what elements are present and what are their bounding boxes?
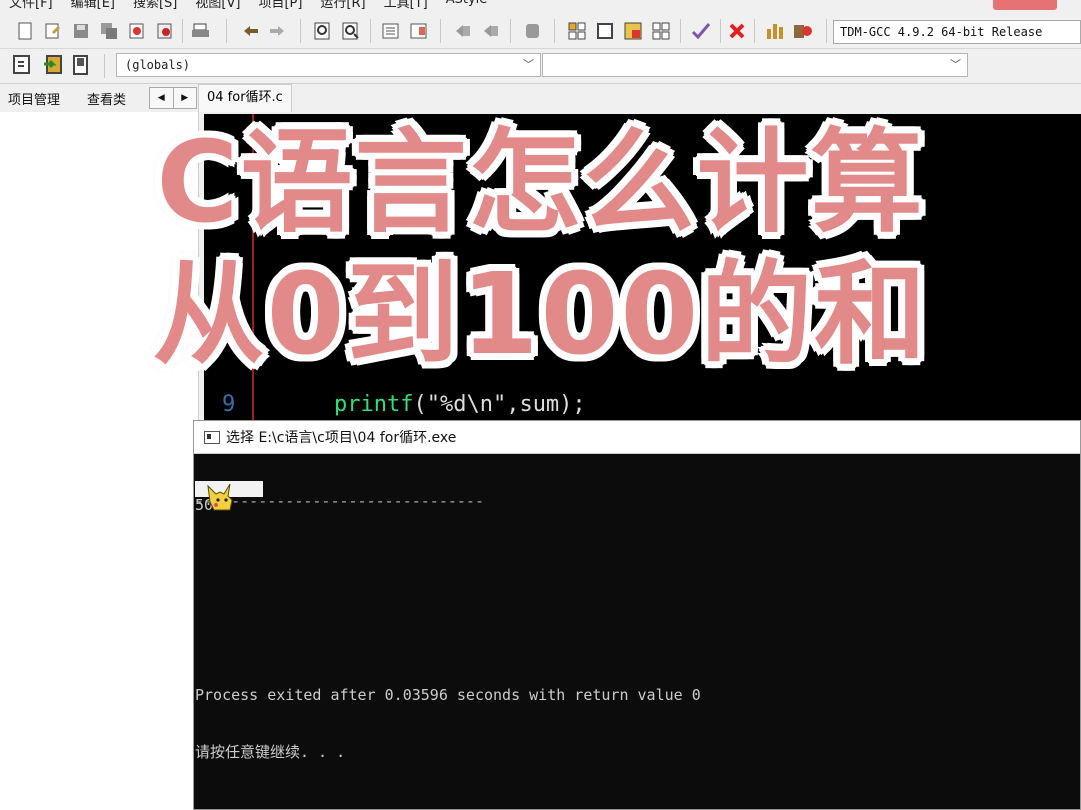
pikachu-cursor-icon <box>207 483 233 511</box>
chevron-left-icon[interactable]: ◀ <box>150 88 173 108</box>
console-title-text: 选择 E:\c语言\c项目\04 for循环.exe <box>226 430 457 446</box>
toolbar-separator <box>720 19 721 43</box>
printf-line: printf("%d\n",sum); <box>334 392 586 417</box>
compile-icon[interactable] <box>566 20 588 42</box>
rebuild-icon[interactable] <box>650 20 672 42</box>
editor-file-tab[interactable]: 04 for循环.c <box>198 84 292 112</box>
menu-project[interactable]: 项目[P] <box>249 0 311 11</box>
goto-forward-icon[interactable] <box>480 20 502 42</box>
menu-run[interactable]: 运行[R] <box>311 0 374 11</box>
check-syntax-icon[interactable] <box>690 20 712 42</box>
toolbar-separator <box>226 19 227 43</box>
toolbar-separator <box>554 19 555 43</box>
line-number: 9 <box>222 392 236 417</box>
chart-icon[interactable] <box>764 20 786 42</box>
console-prompt-line: 请按任意键继续. . . <box>195 743 346 761</box>
printf-keyword: printf <box>334 392 414 417</box>
menu-file[interactable]: 文件[F] <box>0 0 62 11</box>
chevron-down-icon: ﹀ <box>950 58 961 71</box>
compile-run-icon[interactable] <box>622 20 644 42</box>
tab-scroll-arrows: ◀ ▶ <box>149 87 197 109</box>
scope-combo-value: (globals) <box>125 58 191 72</box>
close-all-icon[interactable] <box>154 20 176 42</box>
close-file-icon[interactable] <box>126 20 148 42</box>
toolbar-separator <box>754 19 755 43</box>
console-process-line: Process exited after 0.03596 seconds wit… <box>195 686 701 704</box>
menu-edit[interactable]: 编辑[E] <box>62 0 124 11</box>
toolbar-separator <box>510 19 511 43</box>
insert-icon[interactable] <box>12 54 34 76</box>
overlay-title-line2: 从0到100的和 <box>152 250 929 380</box>
scope-combo[interactable]: (globals) ﹀ <box>116 53 541 77</box>
toolbar-separator <box>370 19 371 43</box>
replace-icon[interactable] <box>340 20 362 42</box>
print-icon[interactable] <box>190 20 212 42</box>
chevron-right-icon[interactable]: ▶ <box>172 88 197 108</box>
stop-execution-icon[interactable] <box>726 20 748 42</box>
unindent-icon[interactable] <box>408 20 430 42</box>
main-toolbar: TDM-GCC 4.9.2 64-bit Release <box>0 14 1081 49</box>
toolbar-separator <box>440 19 441 43</box>
toolbar-separator <box>826 19 827 43</box>
close-button[interactable] <box>993 0 1057 10</box>
goto-line-icon[interactable] <box>70 54 92 76</box>
console-window[interactable]: 选择 E:\c语言\c项目\04 for循环.exe 5050 --------… <box>193 420 1081 810</box>
open-file-icon[interactable] <box>42 20 64 42</box>
class-toolbar: (globals) ﹀ ﹀ <box>0 49 1081 84</box>
toolbar-separator <box>104 54 105 78</box>
tab-class-browser[interactable]: 查看类 <box>87 89 126 108</box>
toolbar-separator <box>300 19 301 43</box>
printf-args: ("%d\n",sum); <box>413 392 586 417</box>
goto-back-icon[interactable] <box>452 20 474 42</box>
console-app-icon <box>204 430 220 444</box>
toolbar-separator <box>680 19 681 43</box>
symbol-combo[interactable]: ﹀ <box>542 53 968 77</box>
bookmark-icon[interactable] <box>522 20 544 42</box>
console-output: 5050 -------------------------------- Pr… <box>194 454 1080 800</box>
undo-icon[interactable] <box>240 20 262 42</box>
chevron-down-icon: ﹀ <box>523 58 534 71</box>
menu-bar: 文件[F] 编辑[E] 搜索[S] 视图[V] 项目[P] 运行[R] 工具[T… <box>0 0 1081 11</box>
menu-tools[interactable]: 工具[T] <box>375 0 437 11</box>
redo-icon[interactable] <box>266 20 288 42</box>
indent-icon[interactable] <box>380 20 402 42</box>
save-icon[interactable] <box>70 20 92 42</box>
menu-search[interactable]: 搜索[S] <box>124 0 186 11</box>
find-icon[interactable] <box>312 20 334 42</box>
toolbar-separator <box>182 19 183 43</box>
console-titlebar[interactable]: 选择 E:\c语言\c项目\04 for循环.exe <box>194 421 1080 454</box>
compiler-select[interactable]: TDM-GCC 4.9.2 64-bit Release <box>833 20 1081 44</box>
menu-view[interactable]: 视图[V] <box>186 0 249 11</box>
new-file-icon[interactable] <box>14 20 36 42</box>
run-icon[interactable] <box>594 20 616 42</box>
debug-icon[interactable] <box>792 20 814 42</box>
tab-project-manager[interactable]: 项目管理 <box>8 89 60 108</box>
toggle-comment-icon[interactable] <box>42 54 64 76</box>
overlay-title-line1: C语言怎么计算 <box>156 118 925 248</box>
menu-astyle[interactable]: AStyle <box>437 0 497 10</box>
save-all-icon[interactable] <box>98 20 120 42</box>
